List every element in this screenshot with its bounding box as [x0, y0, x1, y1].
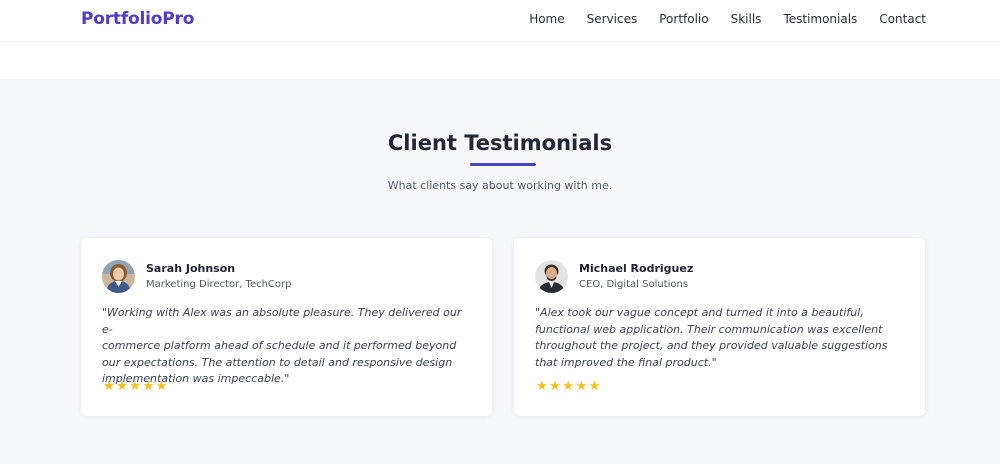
avatar-photo-icon: [102, 260, 135, 293]
nav-contact[interactable]: Contact: [879, 12, 926, 26]
nav-skills[interactable]: Skills: [731, 12, 762, 26]
nav-home[interactable]: Home: [529, 12, 564, 26]
main-nav: Home Services Portfolio Skills Testimoni…: [529, 12, 926, 26]
quote-line: throughout the project, and they provide…: [535, 339, 888, 352]
testimonial-quote: "Working with Alex was an absolute pleas…: [102, 305, 474, 388]
star-rating: ★★★★★: [103, 379, 169, 394]
quote-line: "Working with Alex was an absolute pleas…: [102, 306, 462, 336]
avatar: [535, 260, 568, 293]
section-title: Client Testimonials: [387, 131, 613, 155]
avatar-photo-icon: [535, 260, 568, 293]
quote-line: that improved the final product.": [535, 355, 717, 369]
nav-testimonials[interactable]: Testimonials: [783, 12, 857, 26]
star-rating: ★★★★★: [536, 379, 602, 394]
avatar: [102, 260, 135, 293]
person-role: CEO, Digital Solutions: [579, 279, 689, 290]
nav-services[interactable]: Services: [587, 12, 638, 26]
testimonial-quote: "Alex took our vague concept and turned …: [535, 305, 907, 371]
nav-portfolio[interactable]: Portfolio: [659, 12, 708, 26]
person-name: Michael Rodriguez: [579, 262, 694, 275]
testimonial-card: Michael Rodriguez CEO, Digital Solutions…: [514, 238, 925, 416]
top-navbar: PortfolioPro Home Services Portfolio Ski…: [0, 0, 1000, 42]
quote-line: "Alex took our vague concept and turned …: [535, 306, 864, 319]
testimonials-section: Client Testimonials What clients say abo…: [0, 79, 1000, 464]
title-underline: [470, 163, 536, 166]
section-subtitle: What clients say about working with me.: [387, 179, 613, 192]
testimonial-card: Sarah Johnson Marketing Director, TechCo…: [81, 238, 492, 416]
person-role: Marketing Director, TechCorp: [146, 279, 292, 290]
quote-line: commerce platform ahead of schedule and …: [102, 339, 457, 352]
quote-line: functional web application. Their commun…: [535, 322, 883, 336]
person-name: Sarah Johnson: [146, 262, 236, 275]
brand-logo[interactable]: PortfolioPro: [81, 9, 194, 29]
quote-line: our expectations. The attention to detai…: [102, 355, 453, 369]
